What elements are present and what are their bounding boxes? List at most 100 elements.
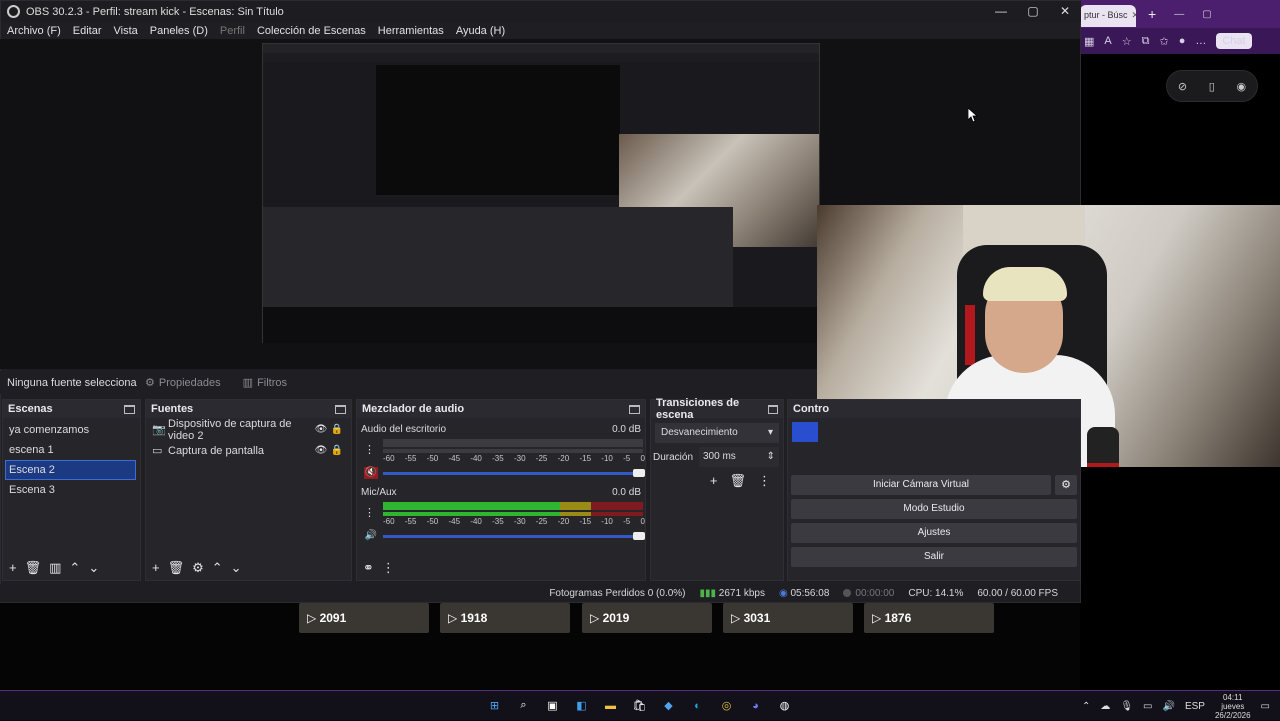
transition-select[interactable]: Desvanecimiento ▾ xyxy=(655,423,779,443)
search-icon[interactable]: ⌕ xyxy=(513,695,534,716)
maximize-icon[interactable]: ▢ xyxy=(1202,9,1211,20)
add-icon[interactable]: + xyxy=(152,561,160,574)
video-thumbnail[interactable]: ▷ 3031 xyxy=(723,603,853,633)
studio-mode-button[interactable]: Modo Estudio xyxy=(791,499,1077,519)
more-icon[interactable]: … xyxy=(1195,35,1206,47)
add-icon[interactable]: + xyxy=(710,473,718,489)
sources-dock: Fuentes 📷 Dispositivo de captura de vide… xyxy=(145,399,352,581)
properties-button[interactable]: ⚙ Propiedades xyxy=(145,376,221,390)
link-icon[interactable]: ⚭ xyxy=(363,561,374,574)
discord-icon[interactable]: ◕ xyxy=(745,695,766,716)
mic-icon[interactable]: 🎙 xyxy=(1120,701,1133,712)
cloud-icon[interactable]: ☁ xyxy=(1100,701,1110,712)
scene-item-selected[interactable]: Escena 2 xyxy=(5,460,136,480)
phone-icon[interactable]: ▯ xyxy=(1209,80,1215,93)
start-virtual-camera-button[interactable]: Iniciar Cámara Virtual xyxy=(791,475,1051,495)
more-icon[interactable]: ⋮ xyxy=(758,473,771,489)
speaker-icon[interactable]: 🔊 xyxy=(364,530,378,542)
avatar[interactable]: ◉ xyxy=(1237,80,1247,93)
scene-item[interactable]: ya comenzamos xyxy=(3,420,140,440)
slider-knob[interactable] xyxy=(633,532,645,540)
undock-icon[interactable] xyxy=(335,404,346,414)
undock-icon[interactable] xyxy=(767,404,778,414)
extensions-icon[interactable]: ⧉ xyxy=(1142,35,1150,48)
more-icon[interactable]: ⋮ xyxy=(364,443,375,456)
trash-icon[interactable]: 🗑 xyxy=(25,561,42,574)
video-thumbnail[interactable]: ▷ 2019 xyxy=(582,603,712,633)
close-icon[interactable]: ✕ xyxy=(1049,1,1081,22)
scene-item[interactable]: escena 1 xyxy=(3,440,140,460)
filters-button[interactable]: ▥ Filtros xyxy=(243,376,287,390)
windows-start-icon[interactable]: ⊞ xyxy=(484,695,505,716)
favorite-icon[interactable]: ☆ xyxy=(1122,35,1132,48)
menu-ayuda[interactable]: Ayuda (H) xyxy=(456,25,505,37)
chevron-down-icon[interactable]: ⌄ xyxy=(88,561,99,574)
trash-icon[interactable]: 🗑 xyxy=(168,561,185,574)
chevron-down-icon[interactable]: ⌄ xyxy=(231,561,242,574)
volume-slider[interactable] xyxy=(383,532,645,540)
video-thumbnail[interactable]: ▷ 1876 xyxy=(864,603,994,633)
filter-icon[interactable]: ▥ xyxy=(49,561,61,574)
stream-button[interactable] xyxy=(792,422,818,442)
translate-icon[interactable]: A xyxy=(1104,35,1111,47)
add-icon[interactable]: + xyxy=(9,561,17,574)
store-icon[interactable]: 🛍 xyxy=(629,695,650,716)
lock-icon[interactable]: 🔒 xyxy=(329,424,345,435)
obs-icon[interactable]: ◍ xyxy=(774,695,795,716)
menu-herramientas[interactable]: Herramientas xyxy=(378,25,444,37)
chevron-up-icon[interactable]: ⌃ xyxy=(212,561,223,574)
volume-icon[interactable]: 🔊 xyxy=(1162,701,1174,712)
mute-speaker-icon[interactable]: 🔇 xyxy=(364,467,378,479)
undock-icon[interactable] xyxy=(629,404,640,414)
menu-editar[interactable]: Editar xyxy=(73,25,102,37)
menu-coleccion-escenas[interactable]: Colección de Escenas xyxy=(257,25,366,37)
tab-groups-icon[interactable]: ▦ xyxy=(1084,35,1094,48)
network-icon[interactable]: ▭ xyxy=(1143,701,1152,712)
lock-icon[interactable]: 🔒 xyxy=(329,445,345,456)
menu-perfil[interactable]: Perfil xyxy=(220,25,245,37)
menu-vista[interactable]: Vista xyxy=(114,25,138,37)
minimize-icon[interactable]: — xyxy=(985,1,1017,22)
browser-tab[interactable]: ptur - Búsc ✕ xyxy=(1080,5,1136,27)
clock[interactable]: 04:11 jueves 26/2/2026 xyxy=(1215,693,1251,720)
edge-icon[interactable]: ◐ xyxy=(687,695,708,716)
eye-icon[interactable]: 👁 xyxy=(313,445,329,456)
exit-button[interactable]: Salir xyxy=(791,547,1077,567)
chrome-icon[interactable]: ◎ xyxy=(716,695,737,716)
notification-icon[interactable]: ▭ xyxy=(1261,701,1270,712)
gear-icon[interactable]: ⚙ xyxy=(192,561,204,574)
menu-paneles[interactable]: Paneles (D) xyxy=(150,25,208,37)
source-item[interactable]: 📷 Dispositivo de captura de video 2 👁 🔒 xyxy=(146,418,351,442)
language-indicator[interactable]: ESP xyxy=(1185,701,1205,712)
more-icon[interactable]: ⋮ xyxy=(364,506,375,519)
profile-icon[interactable]: ● xyxy=(1179,35,1186,47)
volume-slider[interactable] xyxy=(383,469,645,477)
close-tab-icon[interactable]: ✕ xyxy=(1132,10,1136,22)
more-icon[interactable]: ⋮ xyxy=(382,561,395,574)
task-view-icon[interactable]: ▣ xyxy=(542,695,563,716)
settings-button[interactable]: Ajustes xyxy=(791,523,1077,543)
file-explorer-icon[interactable]: ▬ xyxy=(600,695,621,716)
new-tab-button[interactable]: + xyxy=(1148,6,1156,22)
video-thumbnail[interactable]: ▷ 2091 xyxy=(299,603,429,633)
duration-spinbox[interactable]: 300 ms ⇕ xyxy=(699,447,779,467)
scene-item[interactable]: Escena 3 xyxy=(3,480,140,500)
undock-icon[interactable] xyxy=(124,404,135,414)
menu-archivo[interactable]: Archivo (F) xyxy=(7,25,61,37)
maximize-icon[interactable]: ▢ xyxy=(1017,1,1049,22)
minimize-icon[interactable]: — xyxy=(1174,9,1184,20)
chevron-up-icon[interactable]: ⌃ xyxy=(69,561,80,574)
vpn-icon[interactable]: ◆ xyxy=(658,695,679,716)
source-item[interactable]: ▭ Captura de pantalla 👁 🔒 xyxy=(146,440,351,461)
chat-button[interactable]: Chat xyxy=(1216,33,1252,49)
trash-icon[interactable]: 🗑 xyxy=(729,473,746,489)
spin-arrows-icon[interactable]: ⇕ xyxy=(767,451,775,463)
video-thumbnail[interactable]: ▷ 1918 xyxy=(440,603,570,633)
slider-knob[interactable] xyxy=(633,469,645,477)
chevron-up-icon[interactable]: ⌃ xyxy=(1082,701,1090,712)
widgets-icon[interactable]: ◧ xyxy=(571,695,592,716)
compass-icon[interactable]: ⊘ xyxy=(1178,80,1187,93)
eye-icon[interactable]: 👁 xyxy=(313,424,329,435)
favorites-bar-icon[interactable]: ✩ xyxy=(1159,35,1168,48)
gear-icon[interactable]: ⚙ xyxy=(1055,475,1077,495)
